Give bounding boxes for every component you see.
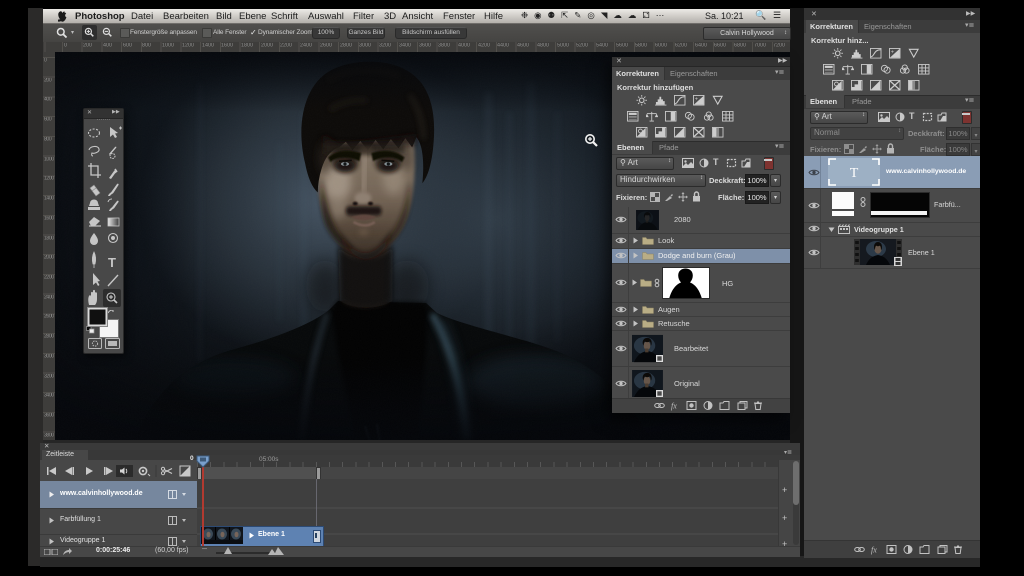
svg-text:+: +	[695, 96, 698, 102]
svg-text:T: T	[108, 255, 116, 270]
svg-text:T: T	[850, 166, 859, 181]
svg-text:fx: fx	[671, 402, 677, 411]
svg-text:+: +	[891, 49, 894, 55]
svg-text:fx: fx	[871, 546, 877, 555]
